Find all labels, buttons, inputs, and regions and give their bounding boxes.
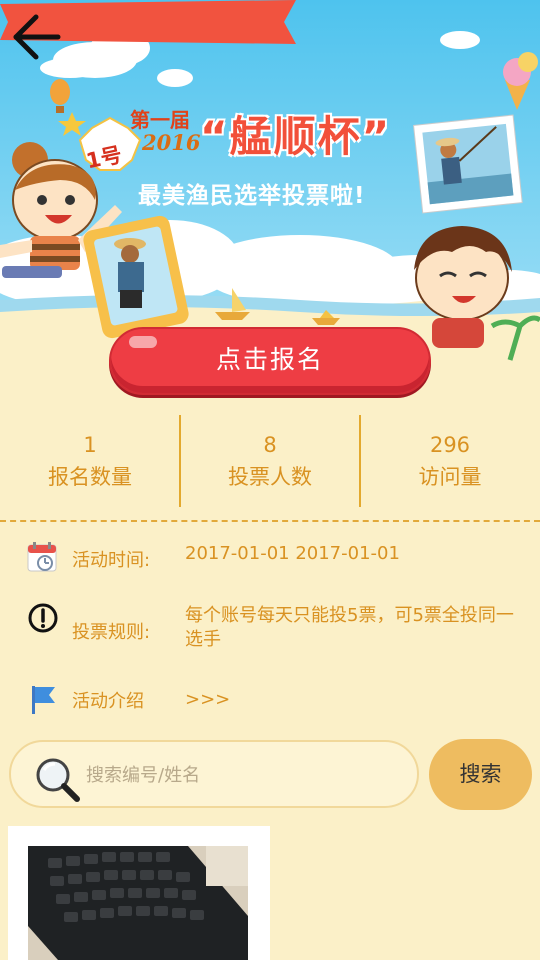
banner-subtitle: 最美渔民选举投票啦! xyxy=(138,183,366,209)
photo-frame-illustration xyxy=(413,114,523,214)
back-button[interactable] xyxy=(10,10,64,64)
voting-rules-value: 每个账号每天只能投5票，可5票全投同一选手 xyxy=(185,605,514,650)
search-input[interactable] xyxy=(84,756,408,794)
stat-label: 访问量 xyxy=(418,465,482,489)
contestant-photo[interactable] xyxy=(28,846,248,960)
arrow-left-icon xyxy=(13,14,61,60)
stat-value: 8 xyxy=(263,433,277,457)
flag-icon xyxy=(32,686,55,714)
signup-button[interactable]: 点击报名 xyxy=(109,327,431,395)
activity-intro-more-link[interactable]: >>> xyxy=(185,688,525,712)
banner-title-prefix: 第一届 xyxy=(130,108,190,132)
exclamation-circle-icon xyxy=(28,603,58,633)
search-button[interactable]: 搜索 xyxy=(429,739,532,810)
stat-value: 296 xyxy=(429,433,471,457)
calendar-clock-icon xyxy=(27,542,57,572)
search-box[interactable] xyxy=(9,740,419,808)
stats-bar: 1 报名数量 8 投票人数 296 访问量 xyxy=(0,413,540,508)
activity-time-value: 2017-01-01 2017-01-01 xyxy=(185,543,400,564)
voting-rules-label: 投票规则: xyxy=(72,622,151,643)
contestant-card[interactable] xyxy=(8,826,270,960)
stat-label: 投票人数 xyxy=(228,465,312,489)
stat-value: 1 xyxy=(83,433,97,457)
banner-title-year: 2016 xyxy=(142,130,201,155)
magnifier-icon xyxy=(36,758,80,802)
stat-label: 报名数量 xyxy=(48,465,132,489)
activity-time-label: 活动时间: xyxy=(72,550,151,571)
stat-voter-count: 8 投票人数 xyxy=(180,413,360,508)
stat-visit-count: 296 访问量 xyxy=(360,413,540,508)
stat-signup-count: 1 报名数量 xyxy=(0,413,180,508)
event-banner: 1号 第一届 2016 “艋顺杯” 最美渔民选举投票啦! xyxy=(0,0,540,380)
banner-cup-name: “艋顺杯” xyxy=(200,112,392,161)
activity-intro-label[interactable]: 活动介绍 xyxy=(72,687,144,713)
dashed-divider xyxy=(0,520,540,522)
